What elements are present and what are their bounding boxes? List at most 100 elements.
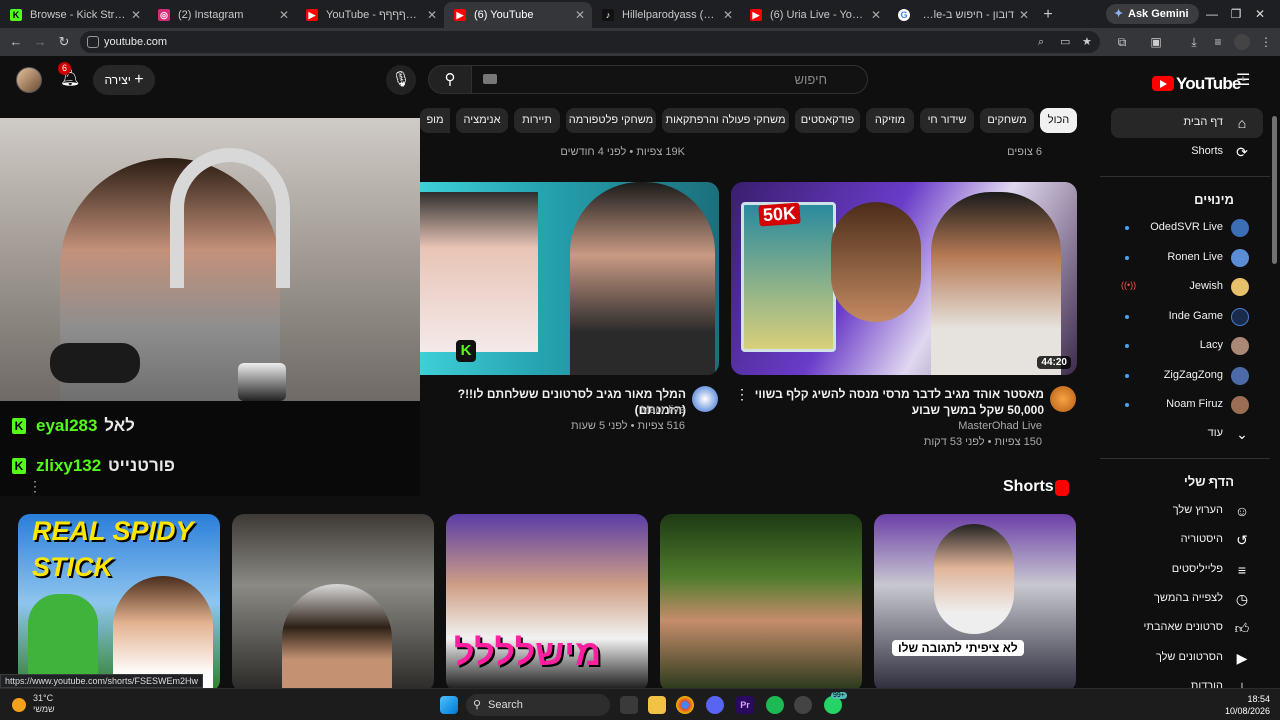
subscriptions-header[interactable]: מינויים: [1194, 192, 1234, 207]
close-icon[interactable]: ✕: [1019, 2, 1029, 28]
scrollbar[interactable]: [1272, 116, 1277, 264]
channel-name[interactable]: MasterOhad Live: [860, 420, 1042, 432]
search-button[interactable]: ⚲: [428, 65, 472, 94]
tab-uria-live[interactable]: ▶(6) Uria Live - YouTube✕: [740, 2, 888, 28]
close-icon[interactable]: ✕: [723, 2, 733, 28]
chip-tourism[interactable]: תיירות: [514, 108, 560, 133]
chevron-right-icon: ›: [1208, 192, 1212, 206]
tab-tiktok[interactable]: ♪Hillelparodyass (@hillelparo✕: [592, 2, 740, 28]
profile-icon[interactable]: [1234, 34, 1250, 50]
tab-instagram[interactable]: ◎ (2) Instagram ✕: [148, 2, 296, 28]
search-input[interactable]: חיפוש: [470, 65, 868, 94]
task-view-icon[interactable]: [620, 696, 638, 714]
chip-platformer[interactable]: משחקי פלטפורמה: [566, 108, 656, 133]
browser-tab-bar: KBrowse - Kick Streaming✕ ◎(2) Instagram…: [0, 0, 1280, 28]
thumb-up-icon: 👍︎: [1234, 620, 1250, 636]
short-thumbnail[interactable]: [232, 514, 434, 688]
close-icon[interactable]: ✕: [427, 2, 437, 28]
reading-list-icon[interactable]: ≡: [1210, 34, 1226, 50]
tab-kick[interactable]: KBrowse - Kick Streaming✕: [0, 2, 148, 28]
spotify-icon[interactable]: [766, 696, 784, 714]
obs-icon[interactable]: [794, 696, 812, 714]
sidebar-item-subscription[interactable]: Ronen Live: [1111, 243, 1263, 273]
system-clock[interactable]: 18:54 10/08/2026: [1220, 693, 1270, 717]
short-thumbnail[interactable]: REAL SPIDY STICK: [18, 514, 220, 688]
more-vert-icon[interactable]: ⋮: [735, 386, 749, 403]
chip-all[interactable]: הכול: [1040, 108, 1077, 133]
close-icon[interactable]: ✕: [279, 2, 289, 28]
sidebar-icon[interactable]: ▣: [1148, 34, 1164, 50]
premiere-icon[interactable]: Pr: [736, 696, 754, 714]
chrome-icon[interactable]: [676, 696, 694, 714]
sidebar-item-subscription[interactable]: ZigZagZong: [1111, 361, 1263, 391]
channel-name[interactable]: Maor live: [560, 404, 685, 416]
close-icon[interactable]: ✕: [575, 2, 585, 28]
close-icon[interactable]: ✕: [131, 2, 141, 28]
sidebar-item-playlists[interactable]: ≡ פלייליסטים: [1111, 555, 1263, 585]
download-icon[interactable]: ⤓: [1186, 34, 1202, 50]
keyboard-icon[interactable]: [483, 74, 497, 84]
create-button[interactable]: יצירה +: [93, 65, 155, 95]
chip-games[interactable]: משחקים: [980, 108, 1034, 133]
ask-gemini-button[interactable]: ✦ Ask Gemini: [1106, 4, 1199, 24]
back-icon[interactable]: ←: [8, 34, 24, 50]
instagram-icon: ◎: [158, 9, 170, 21]
sidebar-item-subscription[interactable]: Noam Firuz: [1111, 390, 1263, 420]
channel-avatar[interactable]: [692, 386, 718, 412]
video-thumbnail[interactable]: 50K 44:20: [731, 182, 1077, 375]
sidebar-item-downloads[interactable]: ⤓ הורדות: [1111, 672, 1263, 688]
menu-icon[interactable]: ⋮: [1258, 34, 1274, 50]
playlist-icon: ≡: [1237, 562, 1247, 578]
close-window-button[interactable]: ✕: [1238, 0, 1280, 28]
short-thumbnail[interactable]: [660, 514, 862, 688]
site-info-icon[interactable]: [87, 36, 99, 48]
shorts-icon: [1055, 480, 1069, 496]
sidebar-item-more[interactable]: ⌄ עוד: [1111, 419, 1263, 449]
tab-google[interactable]: Gדובון - חיפוש ב-Google✕: [888, 2, 1036, 28]
sidebar-item-liked[interactable]: 👍︎ סרטונים שאהבתי: [1111, 613, 1263, 643]
sidebar-item-subscription[interactable]: Inde Game: [1111, 302, 1263, 332]
weather-widget[interactable]: 31°C שמשי: [33, 693, 55, 715]
chip-music[interactable]: מוזיקה: [866, 108, 914, 133]
new-tab-button[interactable]: +: [1036, 2, 1060, 28]
cast-icon[interactable]: ▭: [1060, 31, 1070, 53]
sidebar-item-shorts[interactable]: ⟳ Shorts: [1111, 137, 1263, 167]
sidebar-item-home[interactable]: ⌂ דף הבית: [1111, 108, 1263, 138]
tab-youtube[interactable]: ▶ (6) YouTube ✕: [444, 2, 592, 28]
sidebar-item-your-videos[interactable]: ▶ הסרטונים שלך: [1111, 643, 1263, 673]
chip-action-adventure[interactable]: משחקי פעולה והרפתקאות: [662, 108, 789, 133]
chip-animation[interactable]: אנימציה: [456, 108, 508, 133]
chat-message: Kzlixy132 פורטנייט: [12, 456, 175, 476]
reload-icon[interactable]: ↻: [56, 34, 72, 50]
youtube-logo[interactable]: YouTubeIL: [1152, 70, 1246, 93]
url-bar[interactable]: youtube.com ⌕ ▭ ★: [80, 31, 1100, 53]
forward-icon[interactable]: →: [32, 34, 48, 50]
zoom-icon[interactable]: ⌕: [1038, 31, 1044, 53]
close-icon[interactable]: ✕: [871, 2, 881, 28]
short-thumbnail[interactable]: מישלללל: [446, 514, 648, 688]
webcam-overlay: [0, 118, 420, 401]
extensions-icon[interactable]: ⧉: [1114, 34, 1130, 50]
tab-youtube-live[interactable]: ▶YouTube - לייב מטורףףףף✕: [296, 2, 444, 28]
video-thumbnail[interactable]: K: [420, 182, 719, 375]
start-icon[interactable]: [440, 696, 458, 714]
chip-more[interactable]: מופ: [420, 108, 450, 133]
short-thumbnail[interactable]: לא ציפיתי לתגובה שלו: [874, 514, 1076, 688]
sidebar-item-your-channel[interactable]: ☺ הערוץ שלך: [1111, 496, 1263, 526]
channel-avatar[interactable]: [1050, 386, 1076, 412]
account-avatar[interactable]: [16, 67, 42, 93]
chip-podcasts[interactable]: פודקאסטים: [795, 108, 860, 133]
chip-live[interactable]: שידור חי: [920, 108, 974, 133]
sidebar-item-subscription[interactable]: ((•)) Jewish: [1111, 272, 1263, 302]
file-explorer-icon[interactable]: [648, 696, 666, 714]
sidebar-item-history[interactable]: ↺ היסטוריה: [1111, 525, 1263, 555]
video-title[interactable]: מאסטר אוהד מגיב לדבר מרסי מנסה להשיג קלף…: [750, 386, 1044, 418]
sidebar-item-watch-later[interactable]: ◷ לצפייה בהמשך: [1111, 584, 1263, 614]
taskbar-search[interactable]: ⚲ Search: [466, 694, 610, 716]
discord-icon[interactable]: [706, 696, 724, 714]
bookmark-star-icon[interactable]: ★: [1082, 31, 1092, 53]
voice-search-button[interactable]: 🎙: [386, 65, 416, 95]
weather-sun-icon[interactable]: [12, 698, 26, 712]
sidebar-item-subscription[interactable]: OdedSVR Live: [1111, 213, 1263, 243]
sidebar-item-subscription[interactable]: Lacy: [1111, 331, 1263, 361]
